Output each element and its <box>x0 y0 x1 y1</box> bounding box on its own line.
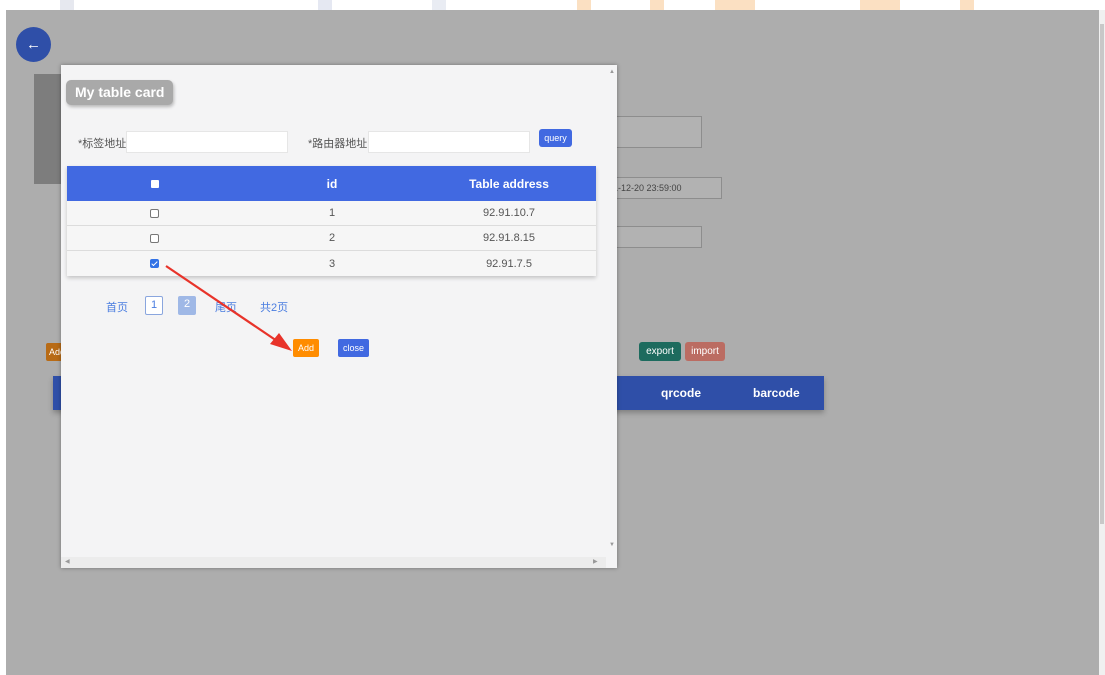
scroll-up-arrow-icon[interactable]: ▲ <box>609 69 615 75</box>
row-select-cell[interactable] <box>67 251 242 276</box>
background-date-value: 21-12-20 23:59:00 <box>608 183 682 193</box>
header-table-address: Table address <box>469 176 549 191</box>
background-header-barcode: barcode <box>753 386 800 400</box>
table-card-modal: My table card *标签地址 *路由器地址 query id Tabl… <box>61 65 617 568</box>
pagination-page-2-current[interactable]: 2 <box>178 296 196 315</box>
background-input-1 <box>604 116 702 148</box>
table-header-row: id Table address <box>67 166 596 201</box>
background-input-3 <box>604 226 702 248</box>
row-address: 92.91.7.5 <box>486 257 532 270</box>
scroll-right-arrow-icon[interactable]: ▶ <box>593 559 598 565</box>
back-arrow-icon[interactable]: ← <box>16 27 51 62</box>
header-select-cell[interactable] <box>67 166 242 201</box>
select-all-checkbox[interactable] <box>150 179 159 188</box>
modal-vertical-scrollbar[interactable]: ▲ ▼ <box>606 65 617 568</box>
row-checkbox[interactable] <box>150 233 159 243</box>
table-card-table: id Table address 1 92.91.10.7 2 92.91.8.… <box>67 166 596 276</box>
pagination-total: 共2页 <box>260 302 289 314</box>
close-button[interactable]: close <box>338 339 369 357</box>
pagination-last[interactable]: 尾页 <box>215 299 237 315</box>
row-select-cell[interactable] <box>67 201 242 225</box>
pagination-first[interactable]: 首页 <box>106 299 128 315</box>
row-checkbox[interactable] <box>150 208 159 218</box>
scroll-left-arrow-icon[interactable]: ◀ <box>65 559 70 565</box>
router-address-input[interactable] <box>368 131 530 153</box>
modal-title: My table card <box>66 80 174 105</box>
row-select-cell[interactable] <box>67 226 242 250</box>
row-address: 92.91.10.7 <box>483 207 535 219</box>
row-checkbox-checked[interactable] <box>150 259 159 268</box>
scroll-down-arrow-icon[interactable]: ▼ <box>609 542 615 548</box>
table-row[interactable]: 2 92.91.8.15 <box>67 226 596 251</box>
tag-address-input[interactable] <box>126 131 288 153</box>
background-header-qrcode: qrcode <box>661 386 702 400</box>
background-import-button: import <box>685 342 725 361</box>
table-row[interactable]: 1 92.91.10.7 <box>67 201 596 226</box>
row-id: 1 <box>328 207 336 219</box>
background-date-input: 21-12-20 23:59:00 <box>604 177 722 199</box>
row-address: 92.91.8.15 <box>483 232 535 244</box>
pagination-page-1[interactable]: 1 <box>145 296 163 315</box>
tag-address-label: *标签地址 <box>78 138 127 150</box>
row-id: 3 <box>328 257 336 270</box>
header-id: id <box>326 176 338 191</box>
background-sidebar-block <box>34 74 62 184</box>
modal-horizontal-scrollbar[interactable]: ◀ ▶ <box>61 557 606 568</box>
add-button[interactable]: Add <box>293 339 319 357</box>
page-scrollbar-thumb[interactable] <box>1100 24 1104 524</box>
router-address-label: *路由器地址 <box>308 138 368 150</box>
background-export-button: export <box>639 342 681 361</box>
table-row[interactable]: 3 92.91.7.5 <box>67 251 596 276</box>
query-button[interactable]: query <box>539 129 572 147</box>
page-scrollbar[interactable] <box>1099 10 1105 675</box>
row-id: 2 <box>328 232 336 244</box>
